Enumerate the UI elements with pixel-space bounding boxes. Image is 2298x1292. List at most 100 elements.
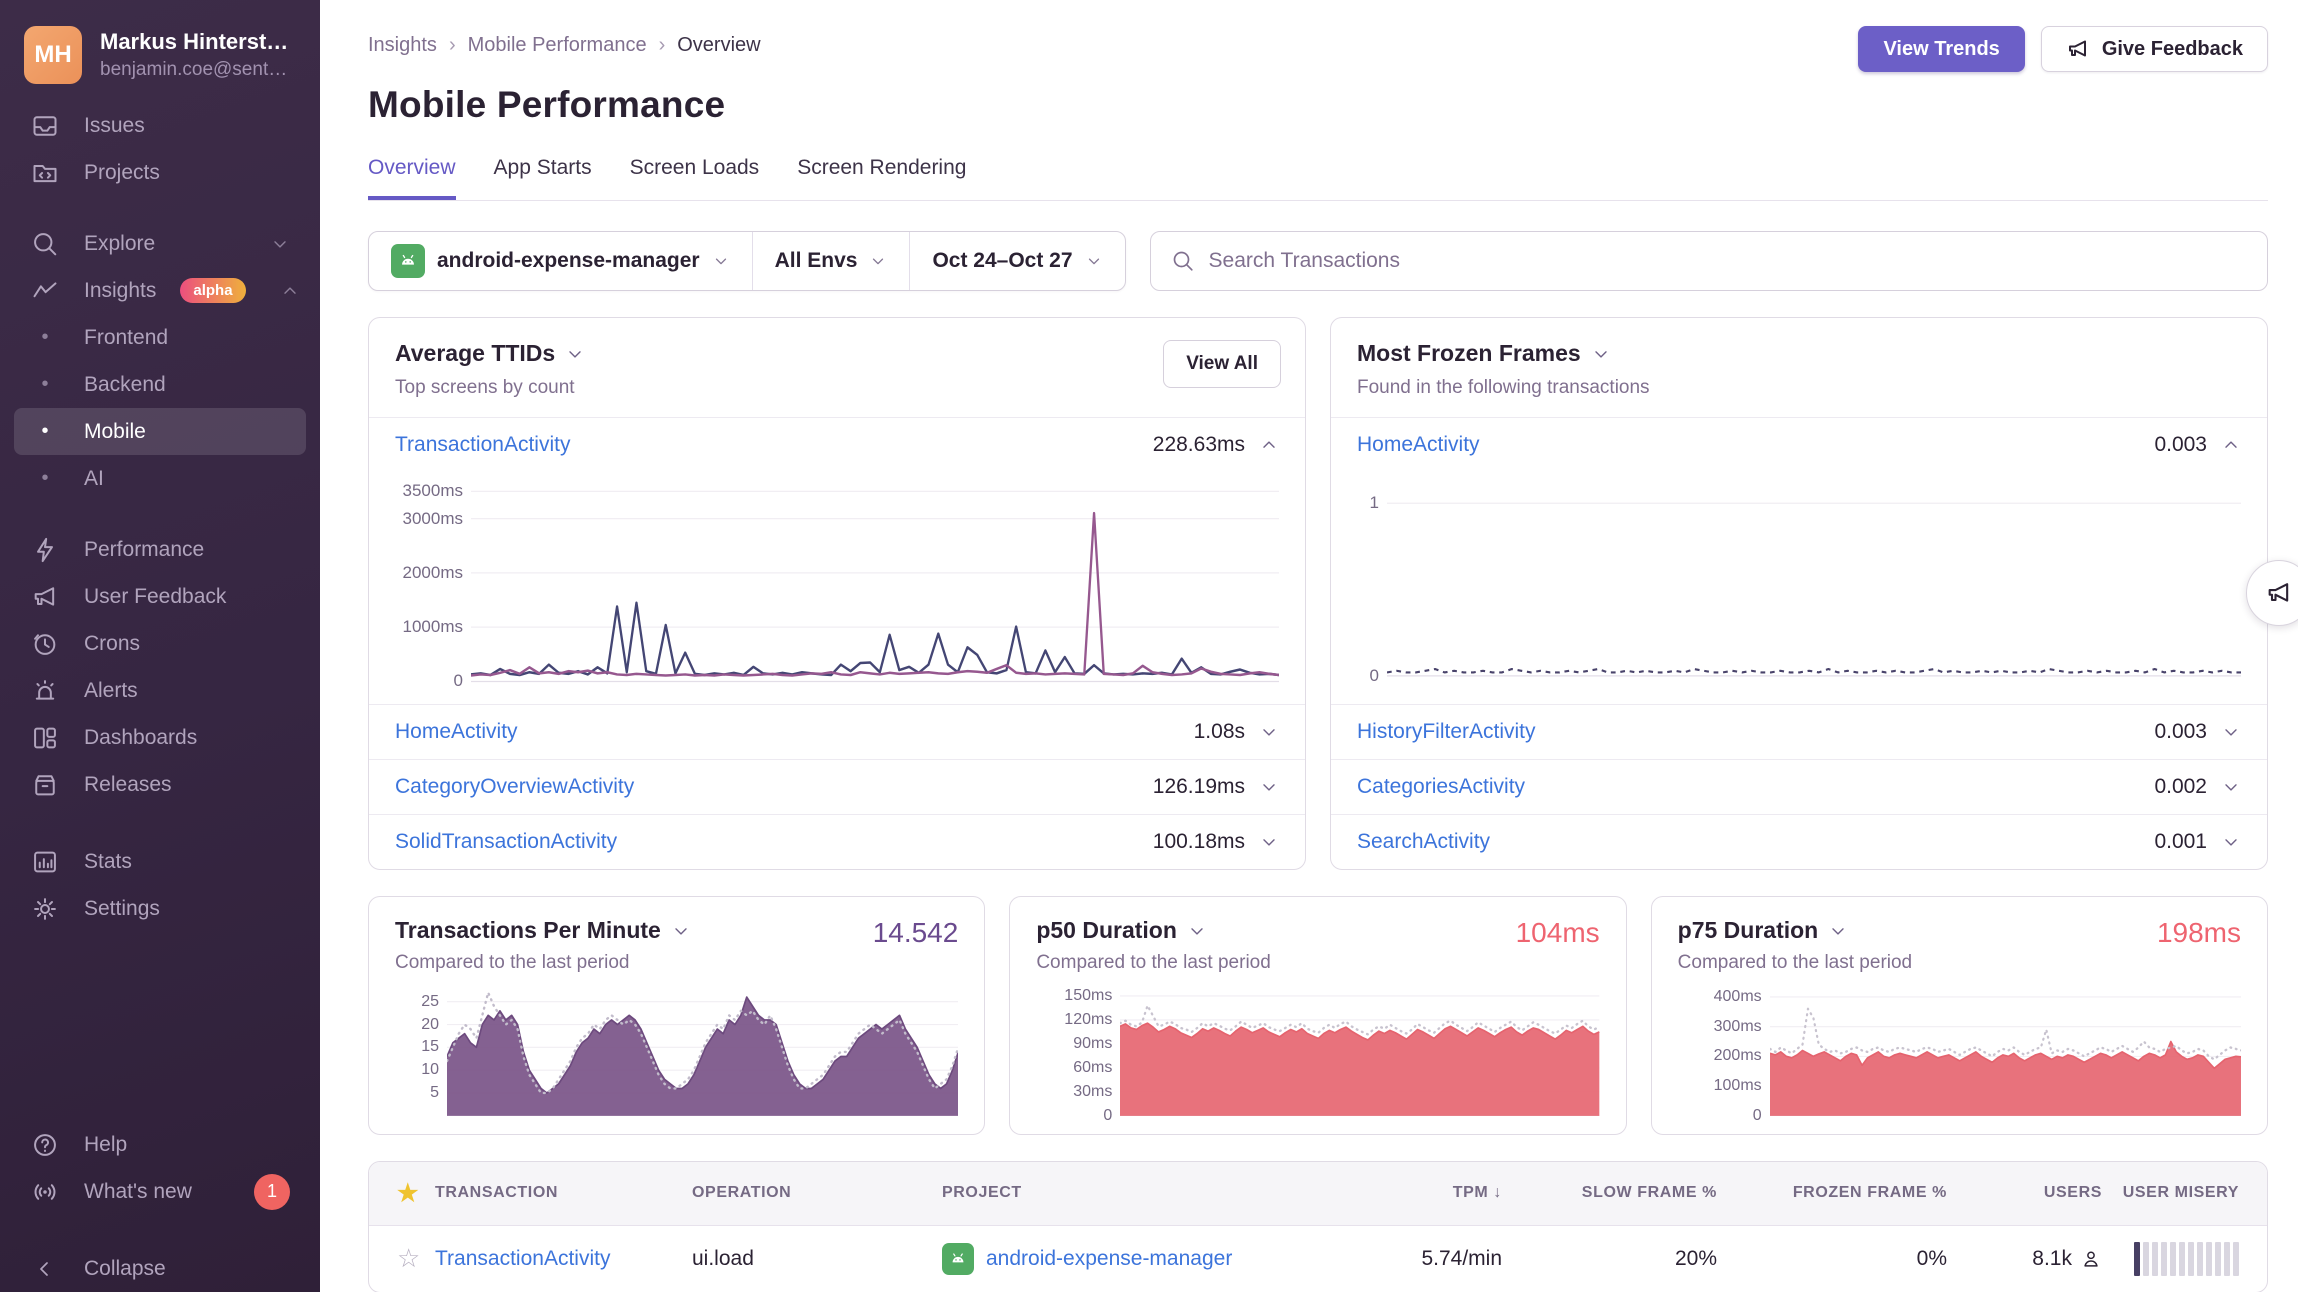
p50-chart: 150ms120ms90ms60ms30ms0 (1036, 988, 1599, 1116)
page-title: Mobile Performance (368, 84, 2268, 126)
sidebar-item-mobile[interactable]: • Mobile (14, 408, 306, 455)
chevron-left-icon (30, 1254, 60, 1284)
metric-value: 0.003 (2154, 433, 2207, 457)
chevron-down-icon[interactable] (2221, 832, 2241, 852)
sort-desc-icon: ↓ (1493, 1184, 1502, 1201)
sidebar-item-settings[interactable]: Settings (14, 885, 306, 932)
metric-value: 126.19ms (1153, 775, 1245, 799)
column-user-misery[interactable]: USER MISERY (2102, 1184, 2267, 1202)
average-ttids-card: Average TTIDs Top screens by count View … (368, 317, 1306, 870)
transaction-link[interactable]: HistoryFilterActivity (1357, 720, 1536, 744)
date-range-selector[interactable]: Oct 24–Oct 27 (909, 232, 1124, 290)
card-title: Average TTIDs (395, 340, 555, 367)
sidebar-item-dashboards[interactable]: Dashboards (14, 714, 306, 761)
column-slow-frame[interactable]: SLOW FRAME % (1502, 1184, 1717, 1202)
graph-icon (30, 276, 60, 306)
sidebar-item-crons[interactable]: Crons (14, 620, 306, 667)
sidebar-item-insights[interactable]: Insights alpha (14, 267, 306, 314)
view-trends-button[interactable]: View Trends (1858, 26, 2024, 72)
folder-icon (30, 158, 60, 188)
breadcrumb-insights[interactable]: Insights (368, 34, 437, 57)
slow-frame-cell: 20% (1502, 1247, 1717, 1271)
chevron-up-icon (280, 281, 300, 301)
environment-selector[interactable]: All Envs (752, 232, 910, 290)
chevron-up-icon[interactable] (1259, 435, 1279, 455)
sidebar-item-projects[interactable]: Projects (14, 149, 306, 196)
notification-badge: 1 (254, 1174, 290, 1210)
chevron-down-icon[interactable] (1187, 921, 1207, 941)
card-subtitle: Top screens by count (395, 377, 1279, 399)
column-operation[interactable]: OPERATION (692, 1184, 942, 1202)
transaction-link[interactable]: SolidTransactionActivity (395, 830, 617, 854)
sidebar-item-explore[interactable]: Explore (14, 220, 306, 267)
sidebar-item-backend[interactable]: • Backend (14, 361, 306, 408)
transaction-link[interactable]: TransactionActivity (395, 433, 570, 457)
chevron-up-icon[interactable] (2221, 435, 2241, 455)
chevron-down-icon[interactable] (1828, 921, 1848, 941)
tab-screen-rendering[interactable]: Screen Rendering (797, 156, 966, 200)
chevron-down-icon (1085, 252, 1103, 270)
star-icon: ★ (397, 1179, 419, 1208)
project-link[interactable]: android-expense-manager (986, 1247, 1232, 1271)
transaction-link[interactable]: SearchActivity (1357, 830, 1490, 854)
sidebar-item-performance[interactable]: Performance (14, 526, 306, 573)
tab-app-starts[interactable]: App Starts (494, 156, 592, 200)
sidebar-item-user-feedback[interactable]: User Feedback (14, 573, 306, 620)
chevron-down-icon[interactable] (1591, 344, 1611, 364)
chevron-down-icon[interactable] (565, 344, 585, 364)
tab-screen-loads[interactable]: Screen Loads (630, 156, 760, 200)
metric-value: 198ms (2157, 917, 2241, 949)
transaction-link[interactable]: CategoryOverviewActivity (395, 775, 634, 799)
sidebar-item-frontend[interactable]: • Frontend (14, 314, 306, 361)
accordion-row: SearchActivity 0.001 (1331, 814, 2267, 869)
card-title: Most Frozen Frames (1357, 340, 1581, 367)
user-menu[interactable]: MH Markus Hinterst… benjamin.coe@sent… (0, 22, 320, 102)
sidebar-item-releases[interactable]: Releases (14, 761, 306, 808)
column-transaction[interactable]: TRANSACTION (435, 1184, 692, 1202)
bar-chart-icon (30, 847, 60, 877)
inbox-icon (30, 111, 60, 141)
column-users[interactable]: USERS (1947, 1184, 2102, 1202)
column-tpm[interactable]: TPM ↓ (1332, 1184, 1502, 1202)
give-feedback-button[interactable]: Give Feedback (2041, 26, 2268, 72)
tab-bar: Overview App Starts Screen Loads Screen … (368, 156, 2268, 201)
search-icon (1171, 249, 1195, 273)
transaction-link[interactable]: HomeActivity (1357, 433, 1480, 457)
breadcrumb-separator: › (659, 34, 666, 57)
card-title: Transactions Per Minute (395, 917, 661, 944)
avatar: MH (24, 26, 82, 84)
column-frozen-frame[interactable]: FROZEN FRAME % (1717, 1184, 1947, 1202)
metric-value: 228.63ms (1153, 433, 1245, 457)
chevron-down-icon[interactable] (2221, 722, 2241, 742)
sidebar-collapse-button[interactable]: Collapse (14, 1245, 306, 1292)
accordion-row: CategoriesActivity 0.002 (1331, 759, 2267, 814)
bullet-icon: • (30, 373, 60, 396)
page-filter-bar: android-expense-manager All Envs Oct 24–… (368, 231, 1126, 291)
transaction-link[interactable]: TransactionActivity (435, 1247, 610, 1270)
tab-overview[interactable]: Overview (368, 156, 456, 200)
users-cell: 8.1k (1947, 1247, 2102, 1271)
sidebar-item-stats[interactable]: Stats (14, 838, 306, 885)
column-project[interactable]: PROJECT (942, 1184, 1332, 1202)
sidebar-item-ai[interactable]: • AI (14, 455, 306, 502)
chevron-down-icon[interactable] (671, 921, 691, 941)
sidebar-item-whats-new[interactable]: What's new 1 (14, 1168, 306, 1215)
user-misery-bar (2134, 1242, 2239, 1276)
sidebar-item-help[interactable]: Help (14, 1121, 306, 1168)
transaction-link[interactable]: HomeActivity (395, 720, 518, 744)
view-all-button[interactable]: View All (1163, 340, 1281, 388)
android-icon (942, 1243, 974, 1275)
chevron-down-icon[interactable] (1259, 722, 1279, 742)
transaction-link[interactable]: CategoriesActivity (1357, 775, 1525, 799)
star-outline-icon[interactable]: ☆ (397, 1243, 420, 1274)
breadcrumb-mobile-performance[interactable]: Mobile Performance (468, 34, 647, 57)
user-email: benjamin.coe@sent… (100, 59, 288, 81)
megaphone-icon (30, 582, 60, 612)
project-selector[interactable]: android-expense-manager (369, 232, 752, 290)
chevron-down-icon[interactable] (1259, 832, 1279, 852)
chevron-down-icon[interactable] (2221, 777, 2241, 797)
search-input[interactable] (1209, 249, 2247, 273)
sidebar-item-issues[interactable]: Issues (14, 102, 306, 149)
sidebar-item-alerts[interactable]: Alerts (14, 667, 306, 714)
chevron-down-icon[interactable] (1259, 777, 1279, 797)
